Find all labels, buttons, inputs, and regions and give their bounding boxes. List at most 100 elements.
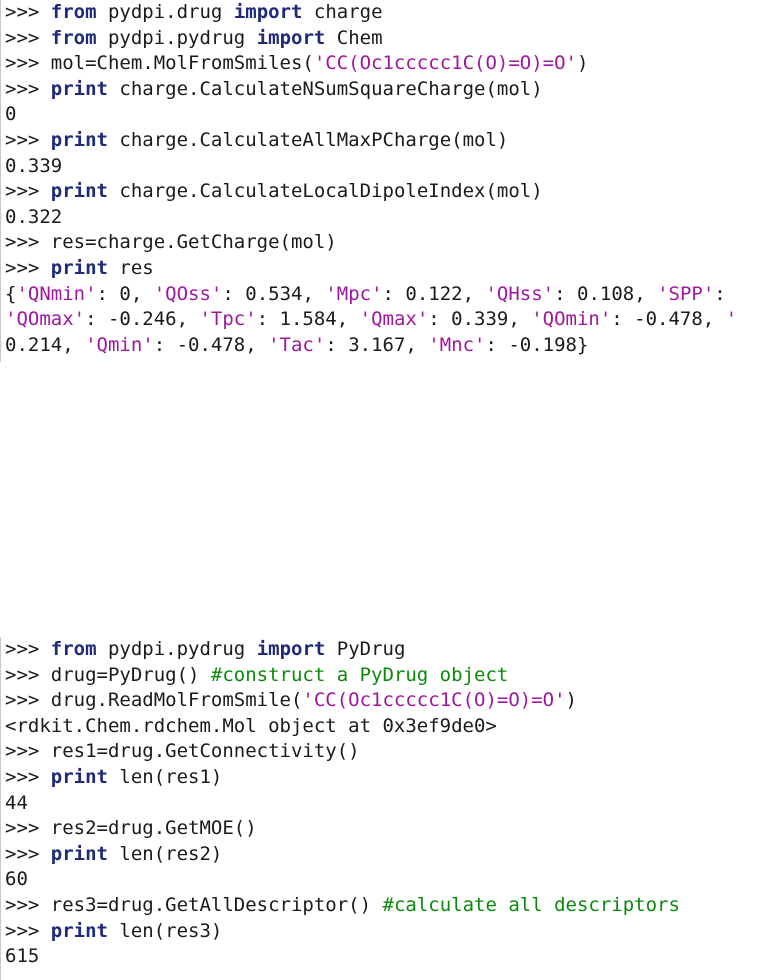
console-line: 44 [1, 791, 776, 817]
console-line: >>> print len(res3) [1, 919, 776, 945]
keyword: print [50, 919, 108, 942]
code-text: >>> drug=PyDrug() [5, 663, 211, 686]
keyword: from [50, 1, 97, 23]
string-literal: 'Mpc' [325, 282, 383, 305]
code-text: charge [302, 1, 383, 23]
console-line: 0 [1, 102, 776, 128]
code-text: : -0.198} [485, 333, 589, 356]
string-literal: 'Qmax' [359, 308, 429, 331]
string-literal: 'CC(Oc1ccccc1C(O)=O)=O' [313, 52, 577, 75]
keyword: print [50, 765, 108, 788]
code-text: >>> [5, 842, 51, 865]
keyword: import [256, 26, 326, 49]
code-text: len(res3) [107, 919, 223, 942]
code-text: >>> [5, 77, 51, 100]
string-literal: 'CC(Oc1ccccc1C(O)=O)=O' [302, 689, 566, 712]
keyword: import [233, 1, 303, 23]
keyword: print [50, 842, 108, 865]
code-text: 0.214, [5, 333, 86, 356]
keyword: from [50, 26, 97, 49]
console-line: >>> print len(res1) [1, 765, 776, 791]
console-line: 615 [1, 944, 776, 970]
code-text: >>> [5, 919, 51, 942]
comment: #calculate all descriptors [382, 893, 680, 916]
code-text: >>> drug.ReadMolFromSmile( [5, 689, 303, 712]
python-console-session-charge[interactable]: >>> from pydpi.drug import charge >>> fro… [0, 0, 776, 362]
code-text: 0 [5, 103, 17, 126]
code-text: : -0.478, [153, 333, 269, 356]
keyword: import [256, 638, 326, 660]
string-literal: ' [725, 308, 738, 331]
console-line: >>> from pydpi.drug import charge [1, 0, 776, 26]
console-line: >>> print charge.CalculateAllMaxPCharge(… [1, 128, 776, 154]
console-line: >>> res1=drug.GetConnectivity() [1, 739, 776, 765]
string-literal: 'Tpc' [199, 308, 257, 331]
comment: #construct a PyDrug object [210, 663, 509, 686]
string-literal: 'QOss' [153, 282, 223, 305]
code-text: charge.CalculateAllMaxPCharge(mol) [107, 128, 509, 151]
console-line: >>> print charge.CalculateLocalDipoleInd… [1, 179, 776, 205]
console-line: >>> res2=drug.GetMOE() [1, 816, 776, 842]
console-line: <rdkit.Chem.rdchem.Mol object at 0x3ef9d… [1, 714, 776, 740]
console-line: 60 [1, 867, 776, 893]
string-literal: 'QOmax' [5, 308, 86, 331]
code-text: >>> [5, 128, 51, 151]
keyword: print [50, 128, 108, 151]
console-line: >>> res3=drug.GetAllDescriptor() #calcul… [1, 893, 776, 919]
console-line: {'QNmin': 0, 'QOss': 0.534, 'Mpc': 0.122… [1, 282, 776, 308]
console-line: >>> res=charge.GetCharge(mol) [1, 230, 776, 256]
code-text: : 1.584, [256, 308, 360, 331]
code-text: >>> [5, 180, 51, 203]
console-line: 0.322 [1, 205, 776, 231]
code-text: 615 [5, 945, 40, 968]
keyword: print [50, 256, 108, 279]
code-text: : -0.478, [611, 308, 726, 331]
console-line: >>> print charge.CalculateNSumSquareChar… [1, 77, 776, 103]
code-text: >>> [5, 26, 51, 49]
code-text: : [714, 282, 726, 305]
code-text: >>> [5, 256, 51, 279]
python-console-session-pydrug[interactable]: >>> from pydpi.pydrug import PyDrug >>> d… [0, 637, 776, 980]
code-text: : 0.339, [428, 308, 532, 331]
code-text: >>> res1=drug.GetConnectivity() [5, 740, 360, 763]
string-literal: 'Qmin' [85, 333, 154, 356]
string-literal: 'QNmin' [16, 282, 97, 305]
code-text: 44 [5, 791, 28, 814]
console-line: 'QOmax': -0.246, 'Tpc': 1.584, 'Qmax': 0… [1, 307, 776, 333]
keyword: print [50, 77, 108, 100]
code-text: PyDrug [325, 638, 406, 660]
code-text: charge.CalculateNSumSquareCharge(mol) [107, 77, 543, 100]
console-line: >>> mol=Chem.MolFromSmiles('CC(Oc1ccccc1… [1, 51, 776, 77]
code-text: charge.CalculateLocalDipoleIndex(mol) [107, 180, 543, 203]
console-line: 0.214, 'Qmin': -0.478, 'Tac': 3.167, 'Mn… [1, 333, 776, 359]
code-text: >>> [5, 638, 51, 660]
code-text: <rdkit.Chem.rdchem.Mol object at 0x3ef9d… [5, 714, 497, 737]
console-line: 0.339 [1, 154, 776, 180]
keyword: print [50, 180, 108, 203]
code-text: : 0.534, [222, 282, 326, 305]
console-line: >>> from pydpi.pydrug import PyDrug [1, 637, 776, 663]
code-text: pydpi.drug [96, 1, 234, 23]
code-text: 60 [5, 868, 28, 891]
console-line: >>> drug=PyDrug() #construct a PyDrug ob… [1, 663, 776, 689]
code-text: pydpi.pydrug [96, 26, 257, 49]
code-text: 0.322 [5, 205, 63, 228]
code-text: >>> mol=Chem.MolFromSmiles( [5, 52, 314, 75]
string-literal: 'Mnc' [428, 333, 486, 356]
code-text: ) [565, 689, 577, 712]
code-text: : 0.108, [554, 282, 658, 305]
code-text: pydpi.pydrug [96, 638, 257, 660]
code-text: >>> res2=drug.GetMOE() [5, 817, 257, 840]
code-text: >>> [5, 765, 51, 788]
code-text: ) [576, 52, 589, 75]
keyword: from [50, 638, 97, 660]
code-text: : 0.122, [382, 282, 486, 305]
code-text: len(res2) [107, 842, 223, 865]
string-literal: 'QOmin' [531, 308, 612, 331]
string-literal: 'QHss' [485, 282, 555, 305]
code-text: Chem [325, 26, 383, 49]
code-text: len(res1) [107, 765, 223, 788]
code-text: : 3.167, [325, 333, 429, 356]
console-line: >>> print len(res2) [1, 842, 776, 868]
code-text: 0.339 [5, 154, 63, 177]
